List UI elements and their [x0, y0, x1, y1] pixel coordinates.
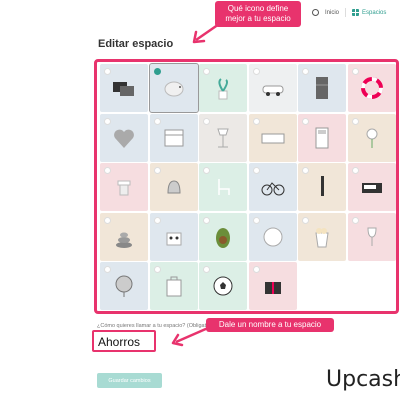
- nav-divider: [345, 8, 347, 17]
- save-button[interactable]: Guardar cambios: [97, 373, 162, 388]
- wine-icon: [367, 227, 377, 246]
- icon-tile[interactable]: [248, 113, 297, 162]
- lifebuoy-icon: [361, 77, 383, 99]
- fridge-icon: [316, 77, 329, 99]
- icon-tile[interactable]: [348, 212, 396, 261]
- piggy-bank-icon: [164, 81, 184, 97]
- brand-watermark: Upcashv: [318, 359, 400, 400]
- calendar-icon: [164, 129, 184, 147]
- name-tip-callout: Dale un nombre a tu espacio: [206, 318, 334, 332]
- calculator-icon: [315, 127, 329, 149]
- lamp-icon: [217, 128, 229, 148]
- icon-tile[interactable]: [248, 212, 297, 261]
- icon-tile[interactable]: [199, 262, 248, 311]
- icon-tip-arrow: [192, 20, 223, 44]
- icon-tile[interactable]: [100, 113, 148, 162]
- cards-icon: [113, 82, 134, 96]
- icon-tile[interactable]: [199, 64, 248, 112]
- space-name-input[interactable]: Ahorros: [92, 330, 156, 352]
- icon-tile[interactable]: [248, 64, 297, 112]
- icon-tip-callout: Qué icono define mejor a tu espacio: [215, 1, 301, 27]
- stones-icon: [116, 232, 132, 248]
- name-tip-arrow: [171, 326, 209, 347]
- car-icon: [262, 85, 284, 96]
- icon-tile[interactable]: [148, 63, 199, 113]
- icon-tile[interactable]: [248, 262, 297, 311]
- pen-icon: [321, 176, 325, 197]
- avocado-icon: [216, 227, 231, 248]
- page-title: Editar espacio: [98, 38, 174, 50]
- icon-tile[interactable]: [149, 113, 198, 162]
- nav-label-inicio: Inicio: [325, 9, 340, 16]
- top-nav: Inicio Espacios: [312, 8, 386, 17]
- bag-icon: [166, 232, 182, 246]
- icon-tile[interactable]: [100, 262, 148, 311]
- keyboard-icon: [261, 133, 285, 144]
- globe-icon: [115, 275, 133, 298]
- bicycle-icon: [261, 182, 285, 196]
- icon-tile[interactable]: [199, 212, 248, 261]
- suitcase-icon: [166, 276, 182, 297]
- icon-tile[interactable]: [248, 163, 297, 212]
- nav-item-espacios[interactable]: Espacios: [352, 9, 386, 16]
- icon-tile[interactable]: [348, 113, 396, 162]
- icon-tile[interactable]: [100, 212, 148, 261]
- gift-icon: [264, 282, 281, 295]
- person-icon: [312, 9, 319, 16]
- icon-tile[interactable]: [100, 64, 148, 112]
- icon-tile[interactable]: [348, 64, 396, 112]
- heart-icon: [114, 129, 134, 148]
- plant-icon: [218, 78, 229, 100]
- flowers-icon: [366, 128, 378, 148]
- grid-icon: [352, 9, 360, 16]
- icon-tile[interactable]: [199, 163, 248, 212]
- icon-tile[interactable]: [348, 163, 396, 212]
- soccer-ball-icon: [213, 276, 233, 296]
- icon-tile[interactable]: [298, 163, 347, 212]
- chair-icon: [218, 179, 230, 196]
- icon-tile[interactable]: [100, 163, 148, 212]
- table-icon: [117, 180, 131, 196]
- icon-tile[interactable]: [298, 64, 347, 112]
- radio-icon: [362, 183, 382, 194]
- popcorn-icon: [315, 227, 329, 248]
- icon-tile[interactable]: [149, 163, 198, 212]
- nav-label-espacios: Espacios: [362, 9, 387, 16]
- bell-icon: [167, 180, 181, 194]
- icon-tile[interactable]: [149, 212, 198, 261]
- icon-tile[interactable]: [298, 113, 347, 162]
- icon-tile[interactable]: [149, 262, 198, 311]
- icon-tile[interactable]: [199, 113, 248, 162]
- icon-tile[interactable]: [298, 212, 347, 261]
- nav-item-inicio[interactable]: Inicio: [325, 10, 339, 16]
- ball-icon: [263, 227, 283, 247]
